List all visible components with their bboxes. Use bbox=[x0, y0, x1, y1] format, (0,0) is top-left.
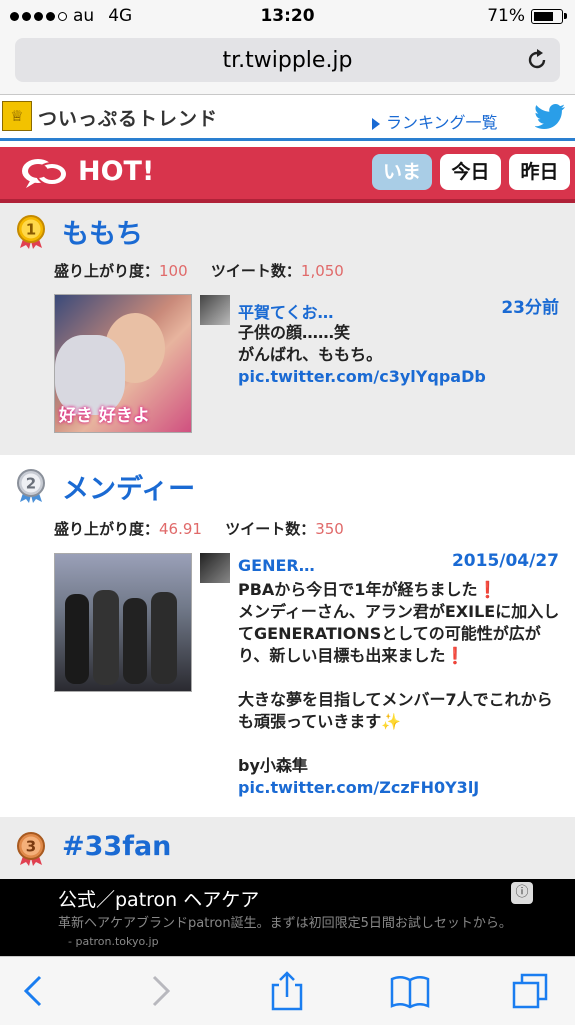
ranking-link[interactable]: ランキング一覧 bbox=[372, 109, 498, 133]
tweet-count-value: 1,050 bbox=[300, 262, 344, 280]
reload-icon[interactable] bbox=[524, 47, 550, 73]
trend-title[interactable]: ももち bbox=[62, 212, 143, 251]
ad-title[interactable]: 公式／patron ヘアケア bbox=[58, 885, 259, 912]
excitement-value: 46.91 bbox=[159, 520, 202, 538]
hot-label: HOT! bbox=[78, 156, 155, 187]
trend-title[interactable]: メンディー bbox=[62, 467, 195, 506]
medal-rank: 3 bbox=[26, 838, 36, 856]
status-bar: au 4G 13:20 71% bbox=[0, 0, 575, 32]
thumb-person-shape bbox=[65, 594, 89, 684]
tweet-username[interactable]: GENER… bbox=[238, 556, 315, 575]
tweet-time: 23分前 bbox=[501, 298, 559, 318]
bronze-medal-icon: 3 bbox=[17, 832, 45, 866]
tweet-avatar[interactable] bbox=[200, 295, 230, 325]
twitter-bird-icon[interactable] bbox=[535, 102, 567, 132]
tweet-text: 子供の顔……笑 がんばれ、ももち。 pic.twitter.com/c3ylYq… bbox=[238, 322, 563, 388]
tweet-link[interactable]: pic.twitter.com/ZczFH0Y3lJ bbox=[238, 777, 563, 799]
battery-percent: 71% bbox=[487, 6, 525, 26]
tweet-count-label: ツイート数： bbox=[210, 262, 301, 280]
tweet-count-value: 350 bbox=[315, 520, 344, 538]
tab-kyo[interactable]: 今日 bbox=[440, 154, 501, 190]
thumb-caption: 好き 好きよ bbox=[59, 406, 150, 426]
back-icon[interactable] bbox=[12, 969, 56, 1013]
tweet-time: 2015/04/27 bbox=[451, 551, 559, 571]
trend-entry[interactable]: 2 メンディー 盛り上がり度：46.91 ツイート数：350 GENER… 20… bbox=[0, 455, 575, 817]
share-icon[interactable] bbox=[265, 969, 309, 1013]
bookmarks-icon[interactable] bbox=[388, 969, 432, 1013]
browser-address-area: tr.twipple.jp bbox=[0, 32, 575, 95]
thumb-person-shape bbox=[93, 590, 119, 685]
gold-medal-icon: 1 bbox=[17, 215, 45, 249]
excitement-value: 100 bbox=[159, 262, 188, 280]
trend-entry[interactable]: 1 ももち 盛り上がり度：100 ツイート数：1,050 好き 好きよ 平賀てく… bbox=[0, 203, 575, 455]
tweet-count-label: ツイート数： bbox=[225, 520, 316, 538]
trend-entry[interactable]: 3 #33fan bbox=[0, 817, 575, 879]
medal-rank: 1 bbox=[26, 221, 36, 239]
site-logo-text[interactable]: ついっぷるトレンド bbox=[38, 104, 218, 131]
thumb-person-shape bbox=[151, 592, 177, 684]
ad-domain: - patron.tokyo.jp bbox=[68, 935, 159, 948]
battery-icon bbox=[531, 8, 567, 24]
thumb-person-shape bbox=[123, 598, 147, 684]
tab-sakujitsu[interactable]: 昨日 bbox=[509, 154, 570, 190]
excitement-label: 盛り上がり度： bbox=[54, 262, 160, 280]
browser-toolbar bbox=[0, 956, 575, 1025]
tweet-avatar[interactable] bbox=[200, 553, 230, 583]
forward-icon[interactable] bbox=[138, 969, 182, 1013]
trend-stats: 盛り上がり度：100 ツイート数：1,050 bbox=[54, 260, 344, 281]
trend-title[interactable]: #33fan bbox=[62, 831, 171, 862]
tweet-username[interactable]: 平賀てくお… bbox=[238, 299, 334, 323]
tweet-line: 大きな夢を目指してメンバー7人でこれからも頑張っていきます✨ bbox=[238, 690, 553, 731]
silver-medal-icon: 2 bbox=[17, 469, 45, 503]
triangle-right-icon bbox=[372, 117, 380, 130]
url-text[interactable]: tr.twipple.jp bbox=[15, 48, 560, 73]
tweet-line: メンディーさん、アラン君がEXILEに加入してGENERATIONSとしての可能… bbox=[238, 602, 560, 665]
ad-banner[interactable]: 公式／patron ヘアケア ⓘ 革新ヘアケアブランドpatron誕生。まずは初… bbox=[0, 879, 575, 956]
trend-thumbnail[interactable]: 好き 好きよ bbox=[54, 294, 192, 433]
site-header: ♕ ついっぷるトレンド ランキング一覧 bbox=[0, 98, 575, 141]
tweet-line: 子供の顔……笑 bbox=[238, 323, 351, 342]
tab-ima[interactable]: いま bbox=[372, 154, 432, 190]
tweet-link[interactable]: pic.twitter.com/c3ylYqpaDb bbox=[238, 366, 563, 388]
tweet-line bbox=[238, 733, 563, 755]
medal-rank: 2 bbox=[26, 475, 36, 493]
trend-stats: 盛り上がり度：46.91 ツイート数：350 bbox=[54, 518, 344, 539]
address-bar[interactable]: tr.twipple.jp bbox=[15, 38, 560, 82]
tweet-line bbox=[238, 667, 563, 689]
tweet-text: PBAから今日で1年が経ちました❗ メンディーさん、アラン君がEXILEに加入し… bbox=[238, 579, 563, 799]
tabs-icon[interactable] bbox=[508, 969, 552, 1013]
speech-bubbles-icon bbox=[22, 159, 68, 188]
hot-bar: HOT! いま 今日 昨日 bbox=[0, 147, 575, 203]
tweet-line: by小森隼 bbox=[238, 756, 308, 775]
tweet-line: がんばれ、ももち。 bbox=[238, 345, 383, 364]
tweet-line: PBAから今日で1年が経ちました❗ bbox=[238, 580, 498, 599]
ad-description: 革新ヘアケアブランドpatron誕生。まずは初回限定5日間お試しセットから。 -… bbox=[58, 915, 528, 951]
excitement-label: 盛り上がり度： bbox=[54, 520, 160, 538]
trend-thumbnail[interactable] bbox=[54, 553, 192, 692]
ranking-link-label: ランキング一覧 bbox=[386, 113, 498, 132]
ad-info-icon[interactable]: ⓘ bbox=[511, 882, 533, 904]
crown-logo-icon[interactable]: ♕ bbox=[2, 101, 32, 131]
ad-desc-text: 革新ヘアケアブランドpatron誕生。まずは初回限定5日間お試しセットから。 bbox=[58, 916, 512, 931]
